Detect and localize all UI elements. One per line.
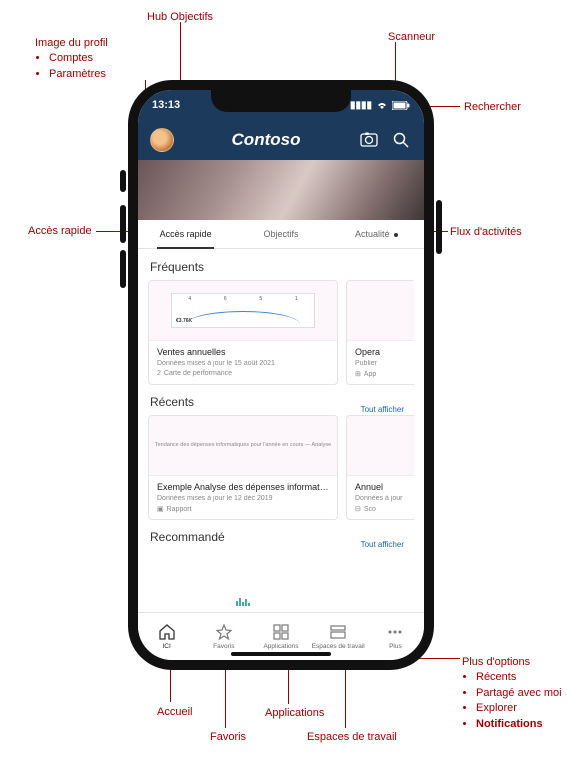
scanner-icon[interactable]	[358, 129, 380, 151]
phone-frame: 13:13 ▮▮▮▮ Contoso Accès rapide Objectif…	[128, 80, 434, 670]
status-time: 13:13	[152, 99, 180, 111]
recommended-see-all-link[interactable]: Tout afficher	[361, 540, 404, 549]
anno-quick-access: Accès rapide	[28, 224, 92, 239]
scorecard-icon: ⊟	[355, 505, 361, 513]
tab-bar: Accès rapide Objectifs Actualité	[138, 220, 424, 249]
anno-workspaces: Espaces de travail	[307, 730, 397, 745]
card-meta: ⊞ App	[355, 370, 414, 378]
wifi-icon	[376, 100, 388, 110]
card-meta: ▣ Rapport	[157, 505, 329, 513]
card-title: Opera	[355, 347, 414, 357]
card-subtitle: Données mises à jour le 15 août 2021	[157, 360, 329, 367]
nav-home[interactable]: ICI	[138, 613, 195, 660]
card-opera[interactable]: Opera Publier ⊞ App	[346, 280, 414, 385]
card-ventes-annuelles[interactable]: 4 6 5 1 €3.76K Ventes annuelles Données …	[148, 280, 338, 385]
workspace-icon	[329, 623, 347, 641]
content-scroll[interactable]: Fréquents 4 6 5 1 €3.76K Ventes ann	[138, 250, 424, 612]
tab-activity[interactable]: Actualité	[329, 220, 424, 248]
activity-dot-icon	[394, 233, 398, 237]
recents-row: Tendance des dépenses informatiques pour…	[148, 415, 414, 520]
card-title: Exemple Analyse des dépenses informatiqu…	[157, 482, 329, 492]
card-meta: ⊟ Sco	[355, 505, 414, 513]
home-icon	[158, 623, 176, 641]
home-indicator	[231, 652, 331, 656]
signal-icon: ▮▮▮▮	[350, 100, 372, 111]
anno-activity-feed: Flux d'activités	[450, 225, 522, 240]
tab-quick-access[interactable]: Accès rapide	[138, 220, 233, 248]
hero-image	[138, 160, 424, 220]
section-frequents-title: Fréquents	[150, 260, 414, 274]
card-annuel[interactable]: Annuel Données à jour ⊟ Sco	[346, 415, 414, 520]
tab-goals[interactable]: Objectifs	[233, 220, 328, 248]
app-header: Contoso	[138, 120, 424, 160]
anno-more: Plus d'options Récents Partagé avec moi …	[462, 655, 562, 732]
anno-home: Accueil	[157, 705, 192, 720]
star-icon	[215, 623, 233, 641]
anno-search: Rechercher	[464, 100, 521, 115]
report-icon: ▣	[157, 505, 164, 513]
battery-icon	[392, 101, 410, 110]
card-preview	[347, 416, 414, 476]
card-title: Ventes annuelles	[157, 347, 329, 357]
nav-more[interactable]: Plus	[367, 613, 424, 660]
recents-see-all-link[interactable]: Tout afficher	[361, 405, 404, 414]
card-preview	[347, 281, 414, 341]
card-title: Annuel	[355, 482, 414, 492]
card-it-spend[interactable]: Tendance des dépenses informatiques pour…	[148, 415, 338, 520]
status-bar: 13:13 ▮▮▮▮	[138, 90, 424, 120]
more-icon	[386, 623, 404, 641]
anno-profile: Image du profil Comptes Paramètres	[35, 36, 108, 82]
apps-icon	[272, 623, 290, 641]
card-preview: 4 6 5 1 €3.76K	[149, 281, 337, 341]
card-subtitle: Publier	[355, 360, 414, 367]
anno-applications: Applications	[265, 706, 324, 721]
anno-favorites: Favoris	[210, 730, 246, 745]
frequents-row: 4 6 5 1 €3.76K Ventes annuelles Données …	[148, 280, 414, 385]
brand-title: Contoso	[184, 130, 348, 150]
search-icon[interactable]	[390, 129, 412, 151]
card-preview: Tendance des dépenses informatiques pour…	[149, 416, 337, 476]
card-meta: 2 Carte de performance	[157, 370, 329, 377]
card-subtitle: Données mises à jour le 12 déc 2019	[157, 495, 329, 502]
profile-avatar[interactable]	[150, 128, 174, 152]
card-subtitle: Données à jour	[355, 495, 414, 502]
grid-icon: ⊞	[355, 370, 361, 378]
